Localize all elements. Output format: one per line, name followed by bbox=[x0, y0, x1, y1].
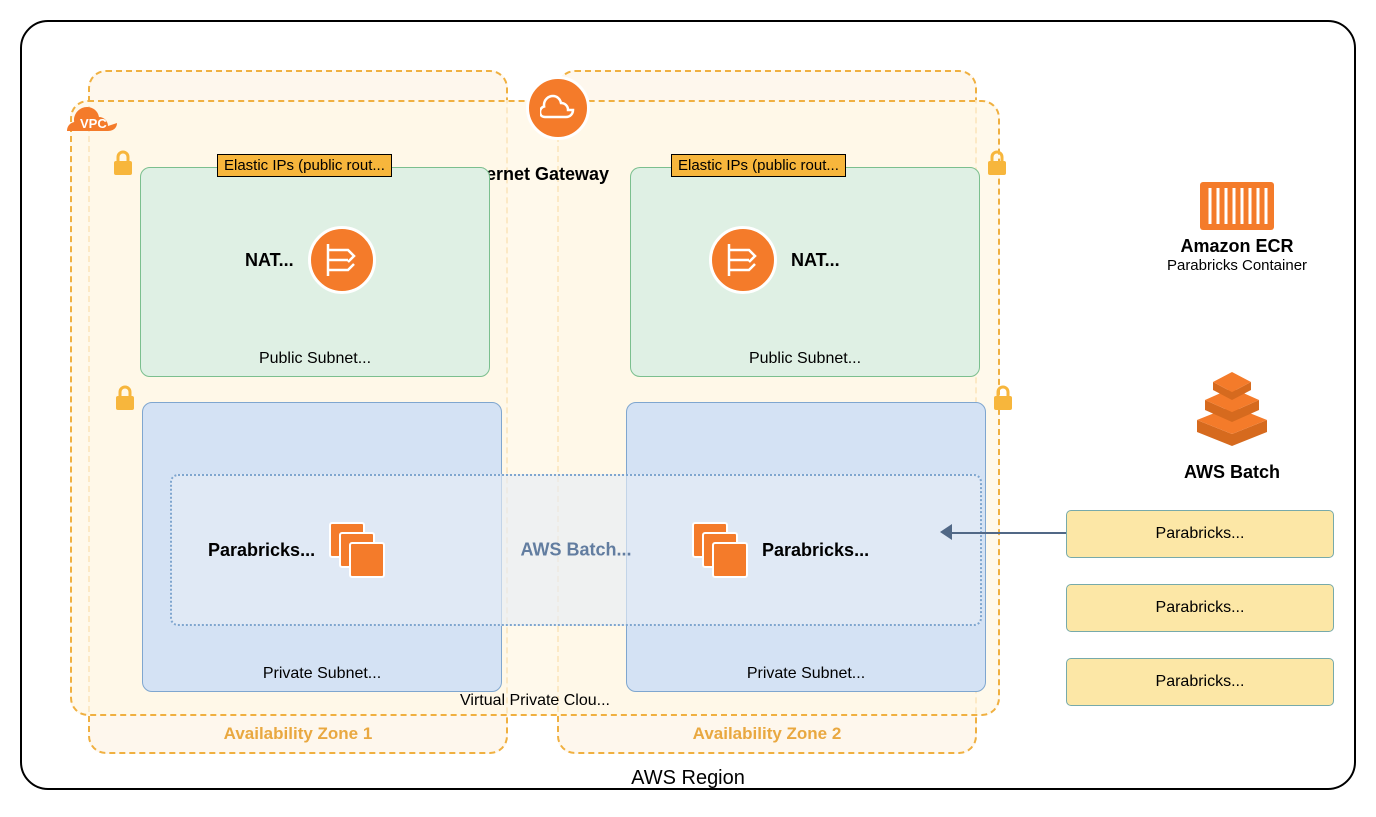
nat-gateway-icon bbox=[709, 226, 777, 294]
nat-gateway-label: NAT... bbox=[791, 250, 840, 271]
arrow-connector bbox=[950, 532, 1066, 534]
aws-batch-title: AWS Batch bbox=[1112, 462, 1352, 483]
nat-gateway-label: NAT... bbox=[245, 250, 294, 271]
aws-batch-icon bbox=[1112, 362, 1352, 458]
padlock-icon bbox=[113, 385, 137, 411]
public-subnet-az2: Elastic IPs (public rout... NAT... Publi… bbox=[630, 167, 980, 377]
vpc-label: Virtual Private Clou... bbox=[460, 692, 610, 710]
public-subnet-label: Public Subnet... bbox=[259, 350, 371, 368]
batch-queue-card: Parabricks... bbox=[1066, 658, 1334, 706]
arrow-head-icon bbox=[940, 524, 952, 540]
nat-gateway-icon bbox=[308, 226, 376, 294]
public-subnet-label: Public Subnet... bbox=[749, 350, 861, 368]
queue-label: Parabricks... bbox=[1156, 599, 1245, 617]
parabricks-label: Parabricks... bbox=[208, 540, 315, 561]
az2-label: Availability Zone 2 bbox=[693, 724, 842, 744]
elastic-ip-label: Elastic IPs (public rout... bbox=[671, 154, 846, 177]
elastic-ip-label: Elastic IPs (public rout... bbox=[217, 154, 392, 177]
public-subnet-az1: Elastic IPs (public rout... NAT... Publi… bbox=[140, 167, 490, 377]
parabricks-container-az1: Parabricks... bbox=[208, 522, 385, 578]
ecr-subtitle: Parabricks Container bbox=[1132, 257, 1342, 274]
queue-label: Parabricks... bbox=[1156, 525, 1245, 543]
container-stack-icon bbox=[329, 522, 385, 578]
internet-gateway-icon bbox=[526, 76, 590, 140]
container-registry-icon bbox=[1132, 180, 1342, 232]
aws-region: AWS Region Availability Zone 1 Availabil… bbox=[20, 20, 1356, 790]
parabricks-label: Parabricks... bbox=[762, 540, 869, 561]
private-subnet-label: Private Subnet... bbox=[747, 665, 865, 683]
az1-label: Availability Zone 1 bbox=[224, 724, 373, 744]
aws-batch: AWS Batch bbox=[1112, 362, 1352, 483]
ecr-title: Amazon ECR bbox=[1132, 236, 1342, 257]
aws-region-label: AWS Region bbox=[631, 767, 745, 790]
private-subnet-label: Private Subnet... bbox=[263, 665, 381, 683]
batch-inline-label: AWS Batch... bbox=[520, 540, 631, 561]
padlock-icon bbox=[111, 150, 135, 176]
queue-label: Parabricks... bbox=[1156, 673, 1245, 691]
container-stack-icon bbox=[692, 522, 748, 578]
padlock-icon bbox=[985, 150, 1009, 176]
batch-queue-card: Parabricks... bbox=[1066, 584, 1334, 632]
batch-queue-card: Parabricks... bbox=[1066, 510, 1334, 558]
vpc-badge-icon: VPC bbox=[64, 98, 120, 138]
parabricks-container-az2: Parabricks... bbox=[692, 522, 869, 578]
svg-text:VPC: VPC bbox=[80, 116, 107, 131]
vpc: Virtual Private Clou... VPC Internet Gat… bbox=[70, 100, 1000, 716]
amazon-ecr: Amazon ECR Parabricks Container bbox=[1132, 180, 1342, 274]
padlock-icon bbox=[991, 385, 1015, 411]
